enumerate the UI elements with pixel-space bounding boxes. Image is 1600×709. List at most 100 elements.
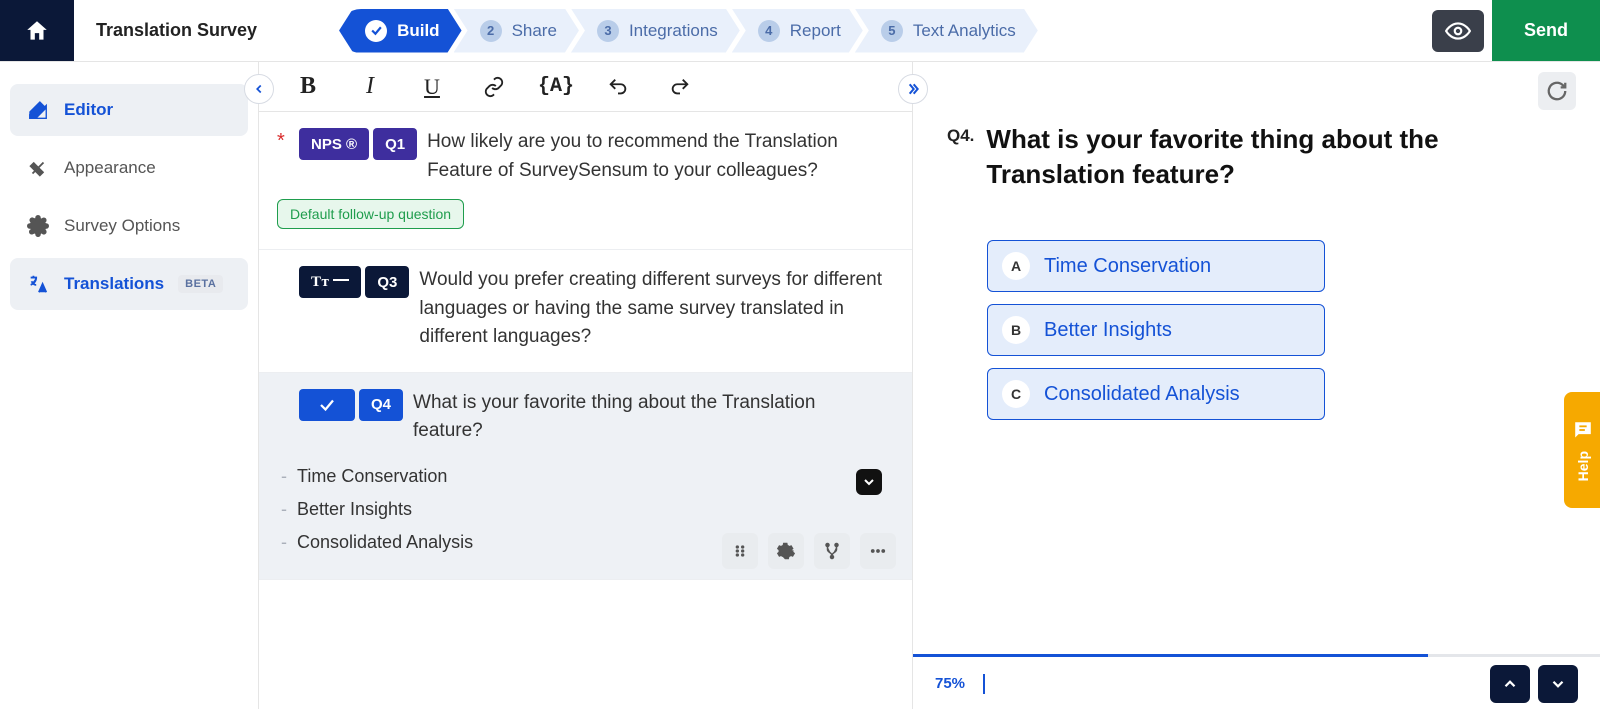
question-settings-button[interactable] bbox=[768, 533, 804, 569]
editor-column: B I U {A} * NPS ® Q1 How likely are yo bbox=[258, 62, 913, 709]
collapse-options-button[interactable] bbox=[856, 469, 882, 495]
next-question-button[interactable] bbox=[1538, 665, 1578, 703]
appearance-icon bbox=[26, 157, 50, 179]
required-indicator bbox=[277, 266, 289, 292]
top-bar: Translation Survey Build 2 Share 3 Integ… bbox=[0, 0, 1600, 62]
option-row[interactable]: -Better Insights bbox=[277, 493, 890, 526]
preview-option-c[interactable]: C Consolidated Analysis bbox=[987, 368, 1325, 420]
step-report[interactable]: 4 Report bbox=[732, 9, 863, 53]
progress-percent: 75% bbox=[935, 675, 965, 692]
step-build[interactable]: Build bbox=[339, 9, 462, 53]
preview-option-b[interactable]: B Better Insights bbox=[987, 304, 1325, 356]
sidebar-item-appearance[interactable]: Appearance bbox=[10, 142, 248, 194]
cursor-indicator bbox=[983, 674, 985, 694]
send-button[interactable]: Send bbox=[1492, 0, 1600, 61]
beta-badge: BETA bbox=[178, 275, 223, 293]
question-text[interactable]: How likely are you to recommend the Tran… bbox=[427, 128, 890, 185]
option-label: Consolidated Analysis bbox=[297, 532, 473, 553]
question-number-tag: Q1 bbox=[373, 128, 417, 160]
sidebar-item-translations[interactable]: Translations BETA bbox=[10, 258, 248, 310]
option-label: Better Insights bbox=[297, 499, 412, 520]
branch-icon bbox=[823, 542, 841, 560]
sidebar-item-label: Appearance bbox=[64, 158, 156, 178]
variable-button[interactable]: {A} bbox=[539, 70, 573, 104]
preview-button[interactable] bbox=[1432, 10, 1484, 52]
question-type-tag: Tᴛ bbox=[299, 266, 361, 298]
option-label: Time Conservation bbox=[1044, 255, 1211, 278]
step-integrations[interactable]: 3 Integrations bbox=[571, 9, 740, 53]
sidebar-item-survey-options[interactable]: Survey Options bbox=[10, 200, 248, 252]
followup-badge[interactable]: Default follow-up question bbox=[277, 199, 464, 229]
underline-button[interactable]: U bbox=[415, 70, 449, 104]
sidebar-item-label: Editor bbox=[64, 100, 113, 120]
question-card-q1[interactable]: * NPS ® Q1 How likely are you to recomme… bbox=[259, 112, 912, 250]
bold-button[interactable]: B bbox=[291, 70, 325, 104]
step-number: 4 bbox=[758, 20, 780, 42]
chat-icon bbox=[1572, 419, 1594, 441]
gear-icon bbox=[26, 215, 50, 237]
preview-body: Q4. What is your favorite thing about th… bbox=[913, 62, 1600, 654]
drag-icon bbox=[732, 543, 748, 559]
option-row[interactable]: -Time Conservation bbox=[277, 460, 890, 493]
progress-bar bbox=[913, 654, 1600, 657]
help-tab[interactable]: Help bbox=[1564, 392, 1600, 508]
main-content: Editor Appearance Survey Options Transla… bbox=[0, 62, 1600, 709]
preview-column: Q4. What is your favorite thing about th… bbox=[913, 62, 1600, 709]
drag-handle[interactable] bbox=[722, 533, 758, 569]
format-toolbar: B I U {A} bbox=[259, 62, 912, 112]
left-sidebar: Editor Appearance Survey Options Transla… bbox=[0, 62, 258, 709]
question-type-tag: NPS ® bbox=[299, 128, 369, 160]
progress-fill bbox=[913, 654, 1428, 657]
chevron-left-icon bbox=[252, 82, 266, 96]
option-letter: B bbox=[1002, 316, 1030, 344]
question-card-q3[interactable]: Tᴛ Q3 Would you prefer creating differen… bbox=[259, 250, 912, 373]
option-label: Consolidated Analysis bbox=[1044, 383, 1240, 406]
translate-icon bbox=[26, 273, 50, 295]
logic-button[interactable] bbox=[814, 533, 850, 569]
italic-button[interactable]: I bbox=[353, 70, 387, 104]
question-text[interactable]: What is your favorite thing about the Tr… bbox=[413, 389, 890, 446]
step-label: Report bbox=[790, 21, 841, 41]
option-label: Time Conservation bbox=[297, 466, 447, 487]
refresh-icon bbox=[1546, 80, 1568, 102]
step-label: Build bbox=[397, 21, 440, 41]
check-icon bbox=[365, 20, 387, 42]
step-number: 3 bbox=[597, 20, 619, 42]
preview-question-number: Q4. bbox=[947, 122, 974, 146]
link-icon bbox=[483, 76, 505, 98]
home-button[interactable] bbox=[0, 0, 74, 61]
option-label: Better Insights bbox=[1044, 319, 1172, 342]
sidebar-item-editor[interactable]: Editor bbox=[10, 84, 248, 136]
sidebar-item-label: Translations bbox=[64, 274, 164, 294]
chevron-up-icon bbox=[1501, 675, 1519, 693]
question-number-tag: Q3 bbox=[365, 266, 409, 298]
step-share[interactable]: 2 Share bbox=[454, 9, 579, 53]
undo-icon bbox=[607, 76, 629, 98]
check-icon bbox=[318, 396, 336, 414]
refresh-preview-button[interactable] bbox=[1538, 72, 1576, 110]
more-button[interactable] bbox=[860, 533, 896, 569]
undo-button[interactable] bbox=[601, 70, 635, 104]
redo-icon bbox=[669, 76, 691, 98]
required-indicator: * bbox=[277, 128, 289, 154]
redo-button[interactable] bbox=[663, 70, 697, 104]
preview-question-text: What is your favorite thing about the Tr… bbox=[986, 122, 1544, 192]
question-card-q4[interactable]: Q4 What is your favorite thing about the… bbox=[259, 373, 912, 580]
survey-title: Translation Survey bbox=[74, 0, 279, 61]
question-type-tag bbox=[299, 389, 355, 421]
preview-footer: 75% bbox=[913, 657, 1600, 709]
step-number: 5 bbox=[881, 20, 903, 42]
home-icon bbox=[24, 18, 50, 44]
expand-preview-button[interactable] bbox=[898, 74, 928, 104]
chevron-down-icon bbox=[1549, 675, 1567, 693]
prev-question-button[interactable] bbox=[1490, 665, 1530, 703]
step-label: Text Analytics bbox=[913, 21, 1016, 41]
link-button[interactable] bbox=[477, 70, 511, 104]
preview-option-a[interactable]: A Time Conservation bbox=[987, 240, 1325, 292]
collapse-sidebar-button[interactable] bbox=[244, 74, 274, 104]
chevron-double-right-icon bbox=[905, 81, 921, 97]
question-list[interactable]: * NPS ® Q1 How likely are you to recomme… bbox=[259, 112, 912, 709]
step-text-analytics[interactable]: 5 Text Analytics bbox=[855, 9, 1038, 53]
eye-icon bbox=[1445, 18, 1471, 44]
question-text[interactable]: Would you prefer creating different surv… bbox=[419, 266, 890, 352]
